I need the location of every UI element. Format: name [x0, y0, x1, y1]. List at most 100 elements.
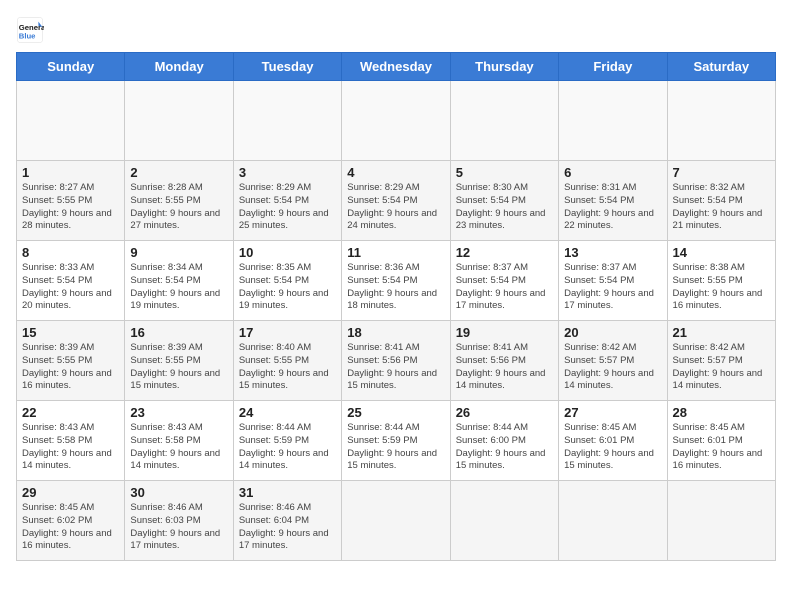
calendar-cell: 10 Sunrise: 8:35 AM Sunset: 5:54 PM Dayli… — [233, 241, 341, 321]
day-content: Sunrise: 8:27 AM Sunset: 5:55 PM Dayligh… — [22, 182, 119, 233]
page-header: General Blue — [16, 16, 776, 44]
calendar-cell — [342, 481, 450, 561]
day-content: Sunrise: 8:44 AM Sunset: 6:00 PM Dayligh… — [456, 422, 553, 473]
day-number: 16 — [130, 325, 227, 340]
calendar-cell: 31 Sunrise: 8:46 AM Sunset: 6:04 PM Dayli… — [233, 481, 341, 561]
day-content: Sunrise: 8:33 AM Sunset: 5:54 PM Dayligh… — [22, 262, 119, 313]
weekday-header: Sunday — [17, 53, 125, 81]
calendar-cell: 22 Sunrise: 8:43 AM Sunset: 5:58 PM Dayli… — [17, 401, 125, 481]
day-content: Sunrise: 8:36 AM Sunset: 5:54 PM Dayligh… — [347, 262, 444, 313]
calendar-cell: 28Sunrise: 8:45 AM Sunset: 6:01 PM Dayli… — [667, 401, 775, 481]
day-number: 17 — [239, 325, 336, 340]
calendar-cell: 20 Sunrise: 8:42 AM Sunset: 5:57 PM Dayli… — [559, 321, 667, 401]
day-content: Sunrise: 8:31 AM Sunset: 5:54 PM Dayligh… — [564, 182, 661, 233]
weekday-header: Wednesday — [342, 53, 450, 81]
calendar-cell: 17 Sunrise: 8:40 AM Sunset: 5:55 PM Dayli… — [233, 321, 341, 401]
day-content: Sunrise: 8:39 AM Sunset: 5:55 PM Dayligh… — [22, 342, 119, 393]
logo: General Blue — [16, 16, 48, 44]
calendar-cell: 3 Sunrise: 8:29 AM Sunset: 5:54 PM Daylig… — [233, 161, 341, 241]
day-number: 14 — [673, 245, 770, 260]
calendar-cell: 30Sunrise: 8:46 AM Sunset: 6:03 PM Dayli… — [125, 481, 233, 561]
day-number: 3 — [239, 165, 336, 180]
calendar-cell — [559, 481, 667, 561]
weekday-header: Monday — [125, 53, 233, 81]
day-content: Sunrise: 8:39 AM Sunset: 5:55 PM Dayligh… — [130, 342, 227, 393]
day-number: 1 — [22, 165, 119, 180]
day-number: 25 — [347, 405, 444, 420]
day-number: 24 — [239, 405, 336, 420]
calendar-cell: 25 Sunrise: 8:44 AM Sunset: 5:59 PM Dayli… — [342, 401, 450, 481]
day-number: 26 — [456, 405, 553, 420]
day-content: Sunrise: 8:35 AM Sunset: 5:54 PM Dayligh… — [239, 262, 336, 313]
day-number: 31 — [239, 485, 336, 500]
calendar-cell: 7Sunrise: 8:32 AM Sunset: 5:54 PM Daylig… — [667, 161, 775, 241]
calendar-cell — [125, 81, 233, 161]
day-number: 28 — [673, 405, 770, 420]
calendar-cell: 8 Sunrise: 8:33 AM Sunset: 5:54 PM Daylig… — [17, 241, 125, 321]
calendar-cell — [233, 81, 341, 161]
day-content: Sunrise: 8:42 AM Sunset: 5:57 PM Dayligh… — [673, 342, 770, 393]
day-content: Sunrise: 8:41 AM Sunset: 5:56 PM Dayligh… — [456, 342, 553, 393]
day-number: 12 — [456, 245, 553, 260]
day-number: 5 — [456, 165, 553, 180]
calendar-cell: 11Sunrise: 8:36 AM Sunset: 5:54 PM Dayli… — [342, 241, 450, 321]
calendar-cell: 24 Sunrise: 8:44 AM Sunset: 5:59 PM Dayli… — [233, 401, 341, 481]
calendar-cell: 27Sunrise: 8:45 AM Sunset: 6:01 PM Dayli… — [559, 401, 667, 481]
day-number: 20 — [564, 325, 661, 340]
calendar-cell: 21Sunrise: 8:42 AM Sunset: 5:57 PM Dayli… — [667, 321, 775, 401]
calendar-cell: 29 Sunrise: 8:45 AM Sunset: 6:02 PM Dayli… — [17, 481, 125, 561]
day-number: 4 — [347, 165, 444, 180]
day-number: 22 — [22, 405, 119, 420]
weekday-header: Saturday — [667, 53, 775, 81]
calendar-cell — [450, 481, 558, 561]
calendar-cell: 9Sunrise: 8:34 AM Sunset: 5:54 PM Daylig… — [125, 241, 233, 321]
day-content: Sunrise: 8:40 AM Sunset: 5:55 PM Dayligh… — [239, 342, 336, 393]
weekday-header: Thursday — [450, 53, 558, 81]
day-number: 6 — [564, 165, 661, 180]
day-number: 27 — [564, 405, 661, 420]
day-number: 18 — [347, 325, 444, 340]
day-number: 19 — [456, 325, 553, 340]
calendar-cell — [450, 81, 558, 161]
day-number: 29 — [22, 485, 119, 500]
calendar-cell — [17, 81, 125, 161]
day-number: 15 — [22, 325, 119, 340]
calendar-cell — [342, 81, 450, 161]
calendar-cell: 13 Sunrise: 8:37 AM Sunset: 5:54 PM Dayli… — [559, 241, 667, 321]
day-number: 8 — [22, 245, 119, 260]
day-content: Sunrise: 8:29 AM Sunset: 5:54 PM Dayligh… — [347, 182, 444, 233]
logo-icon: General Blue — [16, 16, 44, 44]
day-content: Sunrise: 8:28 AM Sunset: 5:55 PM Dayligh… — [130, 182, 227, 233]
calendar-cell — [559, 81, 667, 161]
day-number: 13 — [564, 245, 661, 260]
weekday-header: Friday — [559, 53, 667, 81]
day-number: 23 — [130, 405, 227, 420]
day-content: Sunrise: 8:37 AM Sunset: 5:54 PM Dayligh… — [456, 262, 553, 313]
svg-text:Blue: Blue — [19, 31, 36, 40]
day-number: 9 — [130, 245, 227, 260]
day-content: Sunrise: 8:37 AM Sunset: 5:54 PM Dayligh… — [564, 262, 661, 313]
day-content: Sunrise: 8:45 AM Sunset: 6:02 PM Dayligh… — [22, 502, 119, 553]
calendar-cell: 19 Sunrise: 8:41 AM Sunset: 5:56 PM Dayli… — [450, 321, 558, 401]
day-content: Sunrise: 8:43 AM Sunset: 5:58 PM Dayligh… — [22, 422, 119, 473]
calendar-cell: 23 Sunrise: 8:43 AM Sunset: 5:58 PM Dayli… — [125, 401, 233, 481]
day-content: Sunrise: 8:44 AM Sunset: 5:59 PM Dayligh… — [239, 422, 336, 473]
day-content: Sunrise: 8:29 AM Sunset: 5:54 PM Dayligh… — [239, 182, 336, 233]
day-content: Sunrise: 8:30 AM Sunset: 5:54 PM Dayligh… — [456, 182, 553, 233]
day-content: Sunrise: 8:38 AM Sunset: 5:55 PM Dayligh… — [673, 262, 770, 313]
calendar-cell: 5 Sunrise: 8:30 AM Sunset: 5:54 PM Daylig… — [450, 161, 558, 241]
calendar-cell: 6 Sunrise: 8:31 AM Sunset: 5:54 PM Daylig… — [559, 161, 667, 241]
day-content: Sunrise: 8:46 AM Sunset: 6:03 PM Dayligh… — [130, 502, 227, 553]
day-number: 10 — [239, 245, 336, 260]
calendar-cell: 14 Sunrise: 8:38 AM Sunset: 5:55 PM Dayli… — [667, 241, 775, 321]
weekday-header: Tuesday — [233, 53, 341, 81]
calendar-cell: 26 Sunrise: 8:44 AM Sunset: 6:00 PM Dayli… — [450, 401, 558, 481]
day-content: Sunrise: 8:42 AM Sunset: 5:57 PM Dayligh… — [564, 342, 661, 393]
day-content: Sunrise: 8:44 AM Sunset: 5:59 PM Dayligh… — [347, 422, 444, 473]
calendar-cell: 12 Sunrise: 8:37 AM Sunset: 5:54 PM Dayli… — [450, 241, 558, 321]
calendar-cell: 2Sunrise: 8:28 AM Sunset: 5:55 PM Daylig… — [125, 161, 233, 241]
calendar-cell — [667, 81, 775, 161]
day-content: Sunrise: 8:46 AM Sunset: 6:04 PM Dayligh… — [239, 502, 336, 553]
day-content: Sunrise: 8:43 AM Sunset: 5:58 PM Dayligh… — [130, 422, 227, 473]
day-number: 7 — [673, 165, 770, 180]
